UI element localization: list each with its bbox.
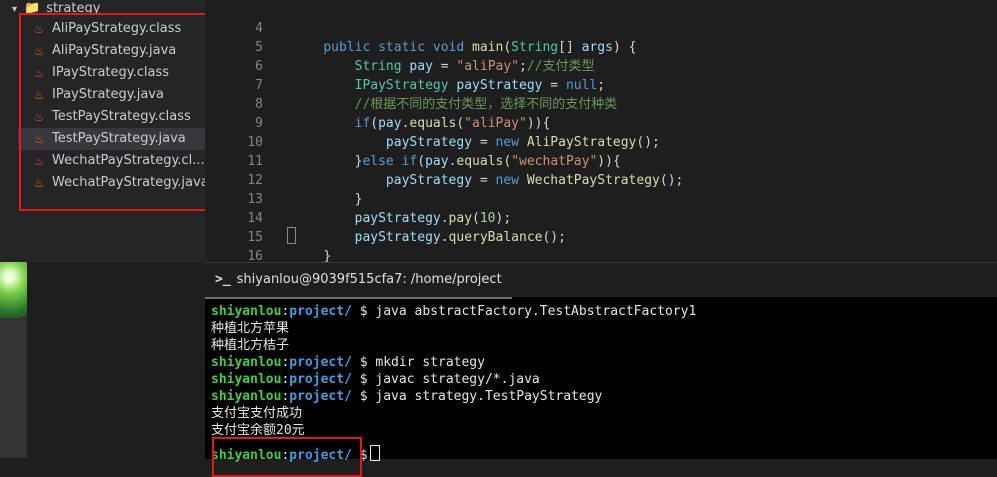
terminal-line: 种植北方桔子 [211, 338, 290, 353]
code-line: 9 payStrategy = new AliPayStrategy(); [205, 95, 997, 150]
prompt-dir: project/ [289, 304, 352, 319]
prompt-symbol: $ [359, 304, 368, 319]
prompt-user: shiyanlou [211, 304, 282, 319]
code-line: 12 } [205, 152, 997, 207]
code-line: 6 IPayStrategy payStrategy = null; [205, 38, 997, 93]
code-line: 7 //根据不同的支付类型，选择不同的支付种类 [205, 57, 997, 112]
code-line: 8 if(pay.equals("aliPay")){ [205, 76, 997, 131]
terminal-cursor[interactable] [369, 445, 380, 461]
terminal-prompt-icon: >_ [215, 272, 231, 287]
code-line: 10 }else if(pay.equals("wechatPay")){ [205, 114, 997, 169]
code-line: 15 } [205, 209, 997, 264]
annotation-box-files [19, 13, 210, 211]
terminal-line: 支付宝支付成功 [211, 406, 303, 421]
prompt-dir: project/ [289, 389, 352, 404]
terminal-panel[interactable]: >_ shiyanlou@9039f515cfa7: /home/project … [205, 262, 997, 477]
terminal-line: shiyanlou:project/ $ java strategy.TestP… [211, 389, 603, 404]
prompt-user: shiyanlou [211, 355, 282, 370]
code-line: 4 public static void main(String[] args)… [205, 0, 997, 55]
bracket-match-indicator [287, 227, 296, 244]
terminal-tab-title: shiyanlou@9039f515cfa7: /home/project [236, 272, 502, 287]
terminal-line: shiyanlou:project/ $ mkdir strategy [211, 355, 485, 370]
prompt-dir: project/ [289, 355, 352, 370]
command-text: javac strategy/*.java [375, 372, 540, 387]
command-text: mkdir strategy [375, 355, 485, 370]
terminal-line: shiyanlou:project/ $ java abstractFactor… [211, 304, 697, 319]
terminal-line: 种植北方苹果 [211, 321, 290, 336]
code-editor[interactable]: 4 public static void main(String[] args)… [205, 0, 997, 283]
code-line: 11 payStrategy = new WechatPayStrategy()… [205, 133, 997, 188]
prompt-symbol: $ [359, 389, 368, 404]
command-text: java strategy.TestPayStrategy [375, 389, 603, 404]
terminal-line: shiyanlou:project/ $ javac strategy/*.ja… [211, 372, 540, 387]
code-line: 5 String pay = "aliPay";//支付类型 [205, 19, 997, 74]
terminal-tab[interactable]: >_ shiyanlou@9039f515cfa7: /home/project [205, 263, 512, 299]
app-launcher-icon[interactable] [0, 255, 27, 318]
code-line: 13 payStrategy.pay(10); [205, 171, 997, 226]
code-line: 16 } [205, 228, 997, 283]
file-explorer: ▾ 📁 strategy ♨ AliPayStrategy.class ♨ AliPayS… [0, 0, 210, 262]
annotation-box-output [212, 437, 362, 477]
prompt-user: shiyanlou [211, 389, 282, 404]
prompt-user: shiyanlou [211, 372, 282, 387]
prompt-symbol: $ [359, 372, 368, 387]
prompt-dir: project/ [289, 372, 352, 387]
command-text: java abstractFactory.TestAbstractFactory… [375, 304, 697, 319]
terminal-output[interactable]: shiyanlou:project/ $ java abstractFactor… [211, 303, 991, 477]
code-line: 14 payStrategy.queryBalance(); [205, 190, 997, 245]
prompt-symbol: $ [359, 355, 368, 370]
terminal-tab-bar: >_ shiyanlou@9039f515cfa7: /home/project [205, 263, 997, 299]
